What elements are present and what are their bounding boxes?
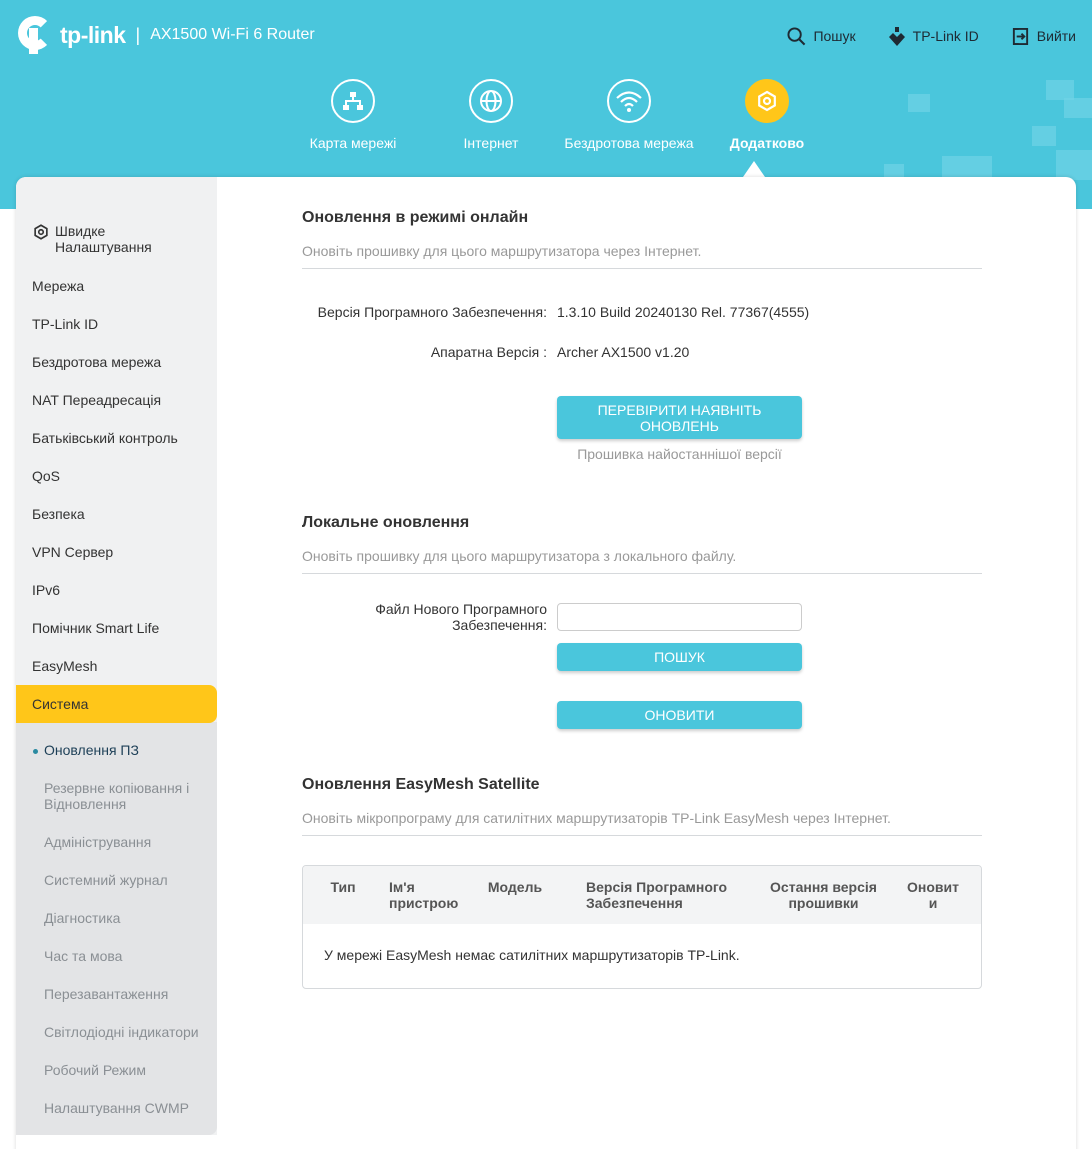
logout-action-label: Вийти	[1036, 28, 1076, 44]
col-type: Тип	[330, 879, 356, 895]
decor	[1032, 126, 1056, 146]
col-update: Оновити	[907, 879, 959, 911]
firmware-version-label: Версія Програмного Забезпечення:	[317, 304, 547, 320]
subitem-administration[interactable]: Адміністрування	[44, 834, 214, 850]
brand-separator: |	[135, 24, 141, 45]
col-model: Модель	[487, 879, 543, 895]
sidebar-item-smart-life[interactable]: Помічник Smart Life	[16, 620, 217, 636]
sidebar-item-easymesh[interactable]: EasyMesh	[16, 658, 217, 674]
router-model: AX1500 Wi-Fi 6 Router	[150, 26, 315, 43]
decor	[908, 94, 930, 112]
sidebar-item-label: Швидке Налаштування	[55, 223, 152, 255]
active-dot-icon	[33, 748, 38, 754]
nav-wireless[interactable]: Бездротова мережа	[560, 79, 698, 151]
subitem-leds[interactable]: Світлодіодні індикатори	[44, 1024, 214, 1040]
nav-network-map[interactable]: Карта мережі	[284, 79, 422, 151]
subitem-label: Оновлення ПЗ	[44, 742, 139, 758]
satellite-table: Тип Ім'я пристрою Модель Версія Програмн…	[302, 865, 982, 989]
update-button[interactable]: ОНОВИТИ	[557, 701, 802, 729]
search-action[interactable]: Пошук	[787, 26, 856, 46]
empty-table-message: У мережі EasyMesh немає сатилітних маршр…	[324, 947, 740, 963]
search-icon	[787, 26, 806, 45]
browse-button[interactable]: ПОШУК	[557, 643, 802, 671]
sidebar-item-nat[interactable]: NAT Переадресація	[16, 392, 217, 408]
subitem-time-language[interactable]: Час та мова	[44, 948, 214, 964]
local-update-title: Локальне оновлення	[302, 514, 470, 531]
new-firmware-file-label: Файл Нового Програмного Забезпечення:	[375, 601, 547, 633]
search-action-label: Пошук	[813, 28, 856, 44]
hardware-version-value: Archer AX1500 v1.20	[557, 344, 690, 360]
decor	[1064, 98, 1092, 118]
col-device-name: Ім'я пристрою	[389, 879, 459, 911]
logout-icon	[1012, 27, 1028, 45]
decor	[1046, 80, 1074, 100]
firmware-status: Прошивка найостаннішої версії	[577, 446, 782, 462]
quick-setup-icon	[34, 224, 48, 240]
tplink-id-action[interactable]: TP-Link ID	[888, 26, 979, 46]
sidebar-item-quick-setup[interactable]: Швидке Налаштування	[16, 223, 217, 255]
tplink-logo[interactable]: tp-link | AX1500 Wi-Fi 6 Router	[16, 16, 315, 54]
table-header: Тип Ім'я пристрою Модель Версія Програмн…	[303, 866, 981, 924]
sidebar-item-security[interactable]: Безпека	[16, 506, 217, 522]
globe-icon	[469, 79, 513, 123]
sidebar-item-qos[interactable]: QoS	[16, 468, 217, 484]
subitem-firmware-update[interactable]: Оновлення ПЗ	[33, 742, 203, 758]
subitem-cwmp[interactable]: Налаштування CWMP	[44, 1100, 214, 1116]
nav-advanced-label: Додатково	[729, 135, 805, 151]
gear-icon	[745, 79, 789, 123]
sidebar-item-network[interactable]: Мережа	[16, 278, 217, 294]
check-updates-button[interactable]: ПЕРЕВІРИТИ НАЯВНІТЬ ОНОВЛЕНЬ	[557, 396, 802, 439]
decor	[1056, 150, 1092, 180]
content-panel: Швидке Налаштування Мережа TP-Link ID Бе…	[16, 177, 1076, 1149]
subitem-operation-mode[interactable]: Робочий Режим	[44, 1062, 214, 1078]
online-update-title: Оновлення в режимі онлайн	[302, 209, 529, 226]
easymesh-update-desc: Оновіть мікропрограму для сатилітних мар…	[302, 810, 982, 836]
nav-internet-label: Інтернет	[463, 135, 519, 151]
sidebar-item-system[interactable]: Система	[16, 685, 217, 723]
subitem-backup-restore[interactable]: Резервне копіювання і Відновлення	[44, 780, 214, 812]
main-nav: Карта мережі Інтернет Бездротова мережа …	[284, 79, 836, 151]
sidebar-item-vpn[interactable]: VPN Сервер	[16, 544, 217, 560]
firmware-version-value: 1.3.10 Build 20240130 Rel. 77367(4555)	[557, 304, 810, 320]
nav-network-map-label: Карта мережі	[309, 135, 397, 151]
sidebar-item-tplink-id[interactable]: TP-Link ID	[16, 316, 217, 332]
online-update-desc: Оновіть прошивку для цього маршрутизатор…	[302, 243, 982, 269]
tplink-id-action-label: TP-Link ID	[912, 28, 979, 44]
tplink-id-icon	[888, 27, 905, 46]
col-firmware-version: Версія Програмного Забезпечення	[586, 879, 728, 911]
network-map-icon	[331, 79, 375, 123]
hardware-version-label: Апаратна Версія :	[430, 344, 547, 360]
nav-internet[interactable]: Інтернет	[422, 79, 560, 151]
subitem-diagnostics[interactable]: Діагностика	[44, 910, 214, 926]
nav-advanced[interactable]: Додатково	[698, 79, 836, 151]
sidebar: Швидке Налаштування Мережа TP-Link ID Бе…	[16, 177, 217, 1135]
top-actions: Пошук TP-Link ID Вийти	[755, 26, 1076, 46]
sidebar-item-parental[interactable]: Батьківський контроль	[16, 430, 217, 446]
sidebar-item-wireless[interactable]: Бездротова мережа	[16, 354, 217, 370]
subitem-reboot[interactable]: Перезавантаження	[44, 986, 214, 1002]
tplink-logo-icon	[16, 16, 54, 54]
easymesh-update-title: Оновлення EasyMesh Satellite	[302, 776, 540, 793]
wifi-icon	[607, 79, 651, 123]
logout-action[interactable]: Вийти	[1011, 26, 1076, 46]
col-latest-firmware: Остання версія прошивки	[770, 879, 877, 911]
subitem-system-log[interactable]: Системний журнал	[44, 872, 214, 888]
nav-active-caret	[743, 161, 765, 177]
brand-name: tp-link	[60, 21, 126, 48]
local-update-desc: Оновіть прошивку для цього маршрутизатор…	[302, 548, 982, 574]
firmware-file-input[interactable]	[557, 603, 802, 631]
nav-wireless-label: Бездротова мережа	[564, 135, 694, 151]
sidebar-item-ipv6[interactable]: IPv6	[16, 582, 217, 598]
